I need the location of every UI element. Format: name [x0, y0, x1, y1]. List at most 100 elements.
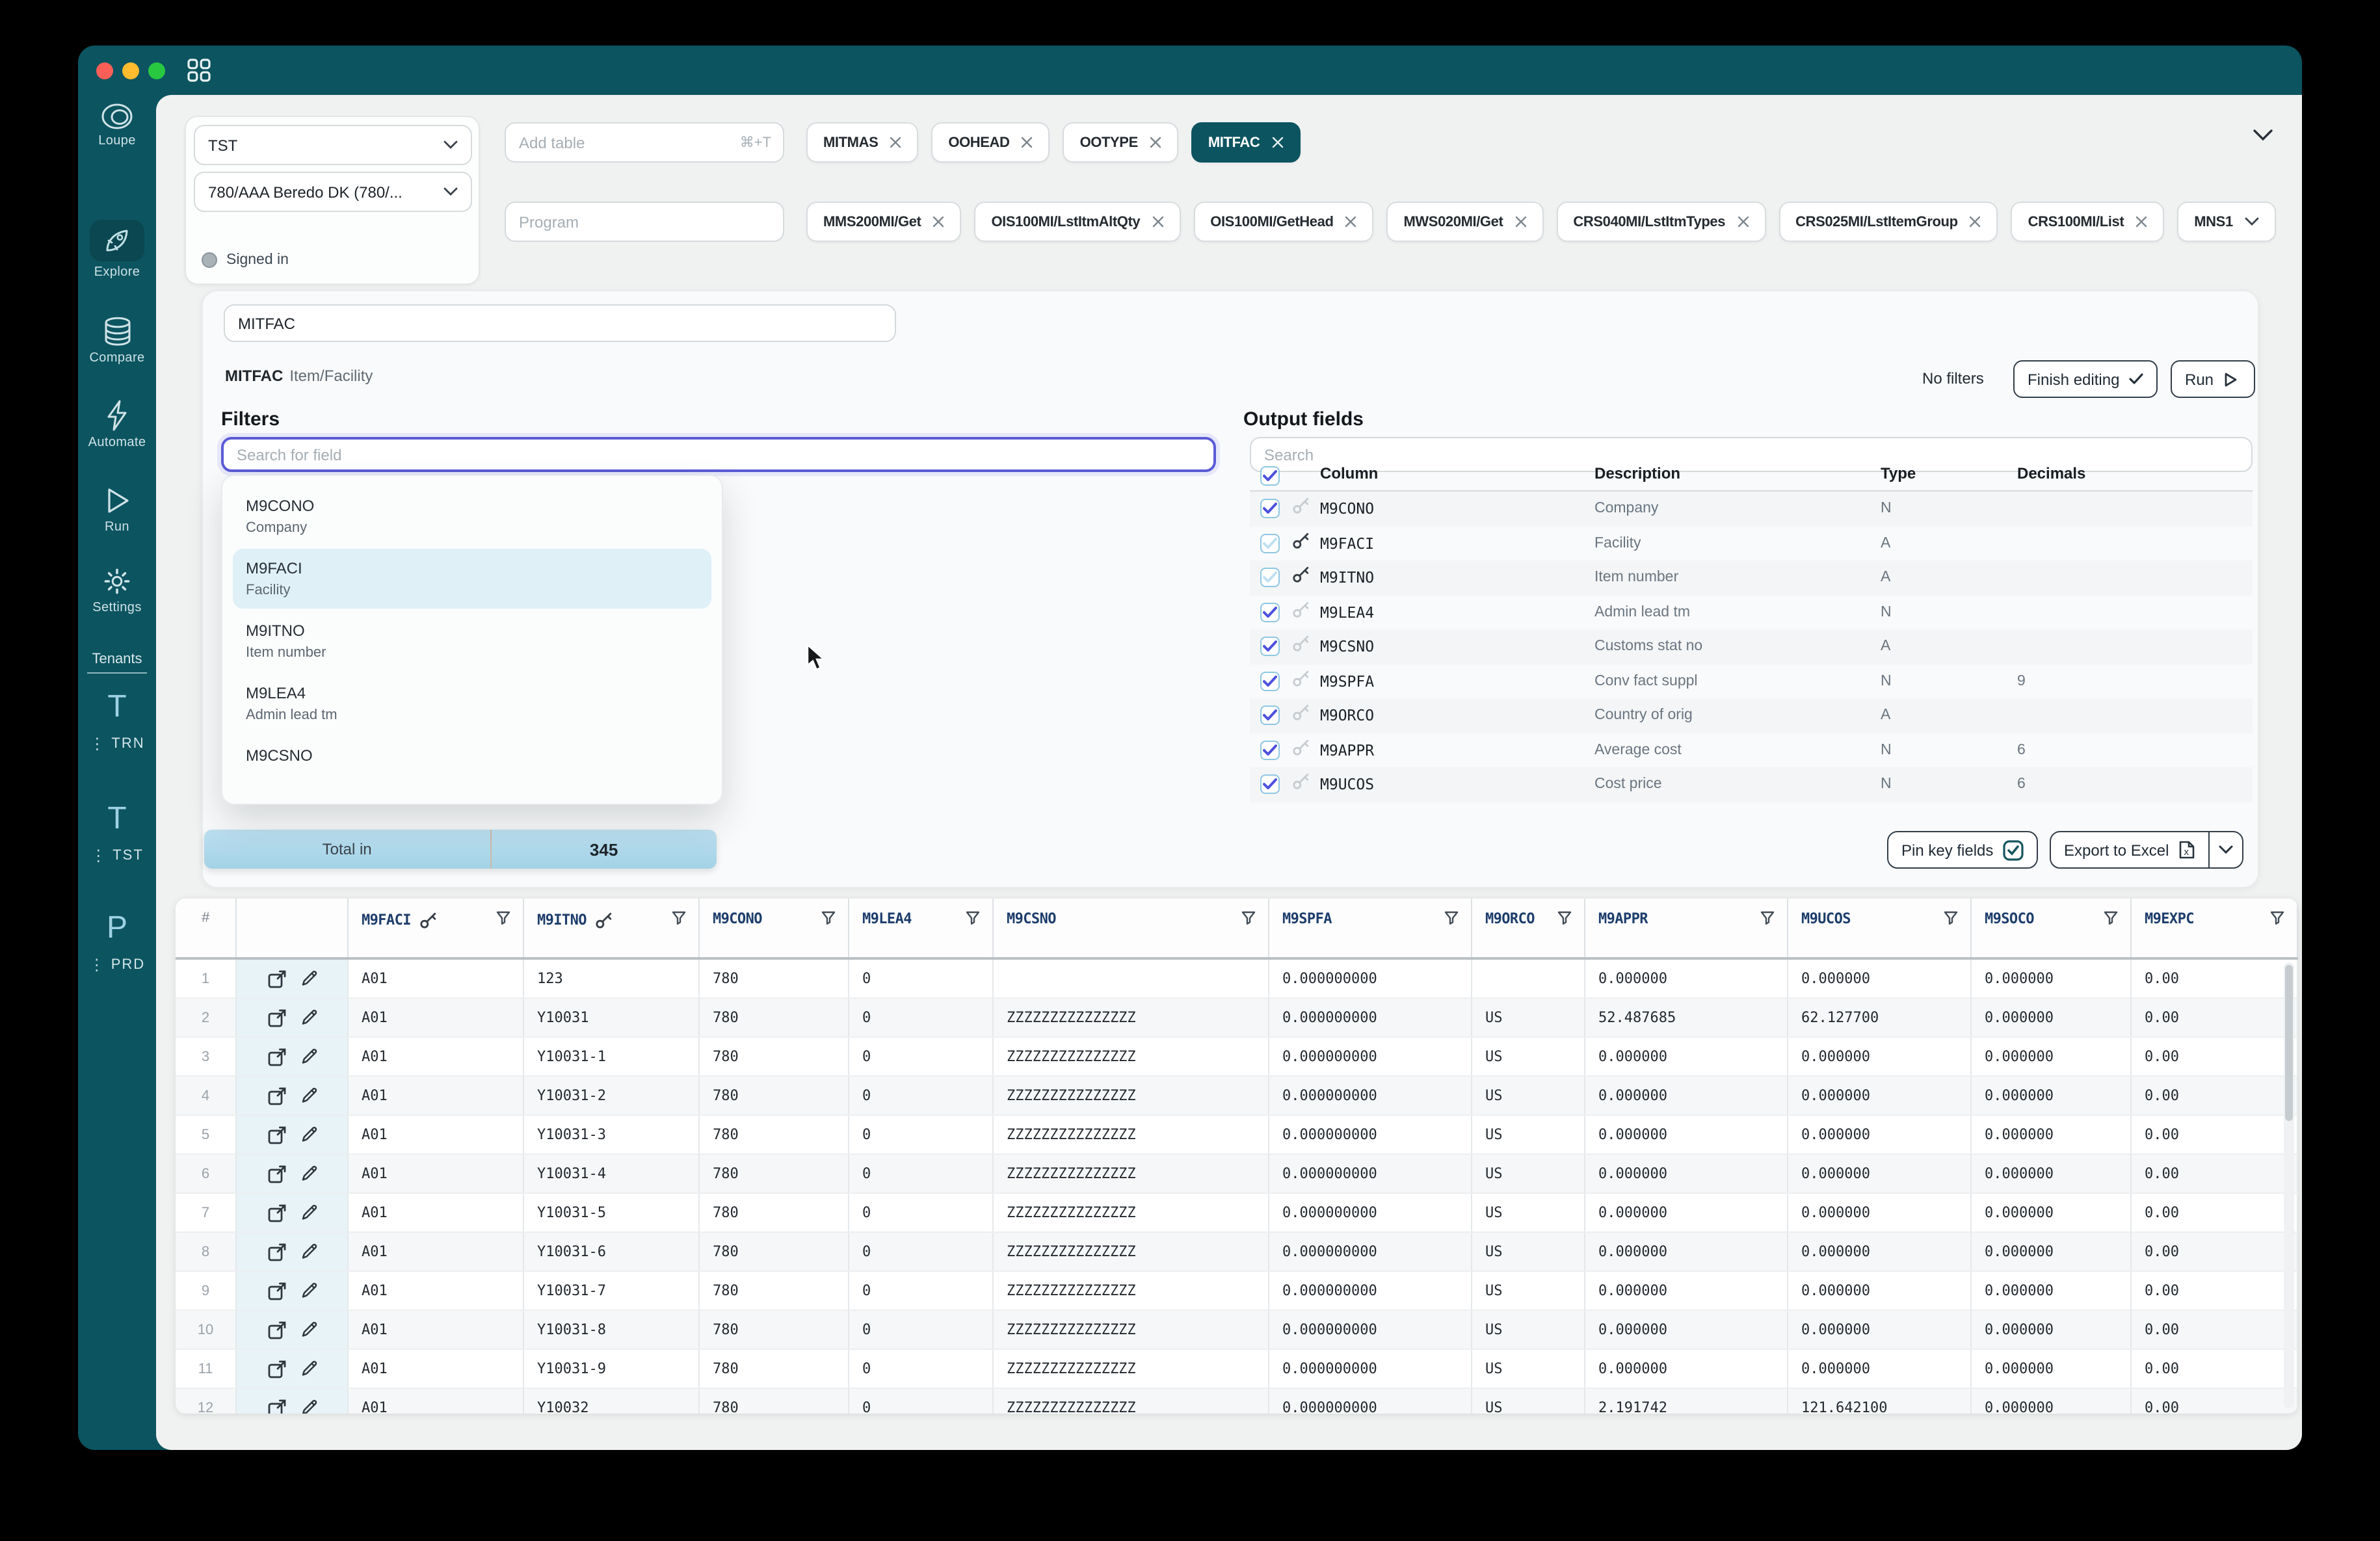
close-window-button[interactable]: [96, 62, 113, 79]
sidebar-item-compare[interactable]: Compare: [78, 316, 156, 365]
program-chip-mns1[interactable]: MNS1: [2177, 202, 2276, 242]
table-chip-ootype[interactable]: OOTYPE: [1063, 122, 1178, 163]
remove-chip-icon[interactable]: [1152, 216, 1163, 228]
remove-chip-icon[interactable]: [1737, 216, 1749, 228]
remove-chip-icon[interactable]: [1022, 137, 1033, 148]
grid-column-header-m9ucos[interactable]: M9UCOS: [1788, 899, 1972, 957]
program-chip-ois100mi-gethead[interactable]: OIS100MI/GetHead: [1193, 202, 1374, 242]
tenant-prd[interactable]: P ⋮ PRD: [78, 911, 156, 973]
filter-funnel-icon[interactable]: [821, 910, 836, 926]
filter-funnel-icon[interactable]: [1760, 910, 1775, 926]
edit-record-button[interactable]: [298, 1125, 318, 1144]
minimize-window-button[interactable]: [122, 62, 139, 79]
edit-record-button[interactable]: [298, 1203, 318, 1222]
filter-option-m9lea4[interactable]: M9LEA4 Admin lead tm: [233, 674, 711, 733]
grid-column-header-m9soco[interactable]: M9SOCO: [1972, 899, 2132, 957]
field-checkbox[interactable]: [1260, 740, 1280, 760]
open-record-button[interactable]: [266, 1202, 287, 1223]
open-record-button[interactable]: [266, 1007, 287, 1028]
grid-scrollbar[interactable]: [2284, 962, 2294, 1408]
tenant-menu-icon[interactable]: ⋮: [89, 736, 105, 752]
filter-option-m9itno[interactable]: M9ITNO Item number: [233, 611, 711, 671]
zoom-window-button[interactable]: [148, 62, 165, 79]
remove-chip-icon[interactable]: [890, 137, 901, 148]
filter-option-m9csno[interactable]: M9CSNO: [233, 736, 711, 780]
edit-record-button[interactable]: [298, 1242, 318, 1261]
filter-funnel-icon[interactable]: [2103, 910, 2119, 926]
program-chip-crs040mi-lstitmtypes[interactable]: CRS040MI/LstItmTypes: [1556, 202, 1766, 242]
filter-funnel-icon[interactable]: [1444, 910, 1459, 926]
edit-record-button[interactable]: [298, 1047, 318, 1066]
pin-key-fields-button[interactable]: Pin key fields: [1887, 831, 2038, 869]
tenant-menu-icon[interactable]: ⋮: [90, 848, 106, 863]
field-checkbox[interactable]: [1260, 637, 1280, 657]
collapse-header-chevron[interactable]: [2253, 129, 2273, 142]
program-chip-mws020mi-get[interactable]: MWS020MI/Get: [1386, 202, 1544, 242]
edit-record-button[interactable]: [298, 1398, 318, 1414]
sidebar-item-loupe[interactable]: Loupe: [78, 103, 156, 148]
filter-funnel-icon[interactable]: [2269, 910, 2285, 926]
open-record-button[interactable]: [266, 1241, 287, 1262]
open-record-button[interactable]: [266, 1397, 287, 1414]
filter-search-input[interactable]: [224, 440, 1213, 469]
grid-column-header-m9cono[interactable]: M9CONO: [700, 899, 849, 957]
finish-editing-button[interactable]: Finish editing: [2013, 360, 2158, 398]
table-chip-mitfac[interactable]: MITFAC: [1191, 122, 1301, 163]
open-record-button[interactable]: [266, 1085, 287, 1106]
grid-column-header-m9spfa[interactable]: M9SPFA: [1269, 899, 1472, 957]
open-record-button[interactable]: [266, 1319, 287, 1340]
remove-chip-icon[interactable]: [932, 216, 944, 228]
filter-option-m9cono[interactable]: M9CONO Company: [233, 486, 711, 546]
field-checkbox[interactable]: [1260, 705, 1280, 726]
open-record-button[interactable]: [266, 1163, 287, 1184]
remove-chip-icon[interactable]: [1970, 216, 1981, 228]
edit-record-button[interactable]: [298, 1086, 318, 1105]
table-name-input[interactable]: [225, 306, 895, 341]
remove-chip-icon[interactable]: [1271, 137, 1283, 148]
filter-funnel-icon[interactable]: [1241, 910, 1256, 926]
grid-column-header-m9expc[interactable]: M9EXPC: [2132, 899, 2298, 957]
grid-column-header-m9faci[interactable]: M9FACI: [349, 899, 524, 957]
select-all-checkbox[interactable]: [1260, 466, 1280, 485]
table-chip-oohead[interactable]: OOHEAD: [931, 122, 1050, 163]
sidebar-item-settings[interactable]: Settings: [78, 566, 156, 615]
export-to-excel-button[interactable]: Export to Excel x: [2050, 831, 2244, 869]
tenant-menu-icon[interactable]: ⋮: [89, 957, 105, 973]
open-record-button[interactable]: [266, 968, 287, 989]
run-query-button[interactable]: Run: [2171, 360, 2255, 398]
open-record-button[interactable]: [266, 1124, 287, 1145]
field-checkbox[interactable]: [1260, 533, 1280, 553]
field-checkbox[interactable]: [1260, 602, 1280, 622]
remove-chip-icon[interactable]: [1345, 216, 1357, 228]
remove-chip-icon[interactable]: [1514, 216, 1526, 228]
field-checkbox[interactable]: [1260, 568, 1280, 588]
tenant-tst[interactable]: T ⋮ TST: [78, 802, 156, 863]
environment-select[interactable]: TST: [194, 125, 472, 165]
table-chip-mitmas[interactable]: MITMAS: [806, 122, 919, 163]
filter-option-m9faci[interactable]: M9FACI Facility: [233, 549, 711, 609]
remove-chip-icon[interactable]: [2135, 216, 2147, 228]
sidebar-item-automate[interactable]: Automate: [78, 399, 156, 450]
filter-funnel-icon[interactable]: [671, 910, 687, 926]
grid-column-header-m9orco[interactable]: M9ORCO: [1472, 899, 1585, 957]
program-chip-crs100mi-list[interactable]: CRS100MI/List: [2011, 202, 2165, 242]
field-checkbox[interactable]: [1260, 499, 1280, 519]
grid-column-header-m9lea4[interactable]: M9LEA4: [849, 899, 994, 957]
filter-funnel-icon[interactable]: [1943, 910, 1959, 926]
edit-record-button[interactable]: [298, 1320, 318, 1339]
filter-funnel-icon[interactable]: [496, 910, 511, 926]
edit-record-button[interactable]: [298, 1281, 318, 1300]
tenant-trn[interactable]: T ⋮ TRN: [78, 690, 156, 752]
program-chip-crs025mi-lstitemgroup[interactable]: CRS025MI/LstItemGroup: [1778, 202, 1998, 242]
edit-record-button[interactable]: [298, 1359, 318, 1378]
program-chip-ois100mi-lstitmaltqty[interactable]: OIS100MI/LstItmAltQty: [974, 202, 1181, 242]
open-record-button[interactable]: [266, 1358, 287, 1379]
edit-record-button[interactable]: [298, 1164, 318, 1183]
grid-column-header-m9appr[interactable]: M9APPR: [1585, 899, 1788, 957]
edit-record-button[interactable]: [298, 1008, 318, 1027]
sidebar-item-explore[interactable]: Explore: [78, 220, 156, 280]
open-record-button[interactable]: [266, 1046, 287, 1067]
edit-record-button[interactable]: [298, 969, 318, 988]
filter-funnel-icon[interactable]: [1557, 910, 1572, 926]
grid-column-header-m9csno[interactable]: M9CSNO: [994, 899, 1269, 957]
